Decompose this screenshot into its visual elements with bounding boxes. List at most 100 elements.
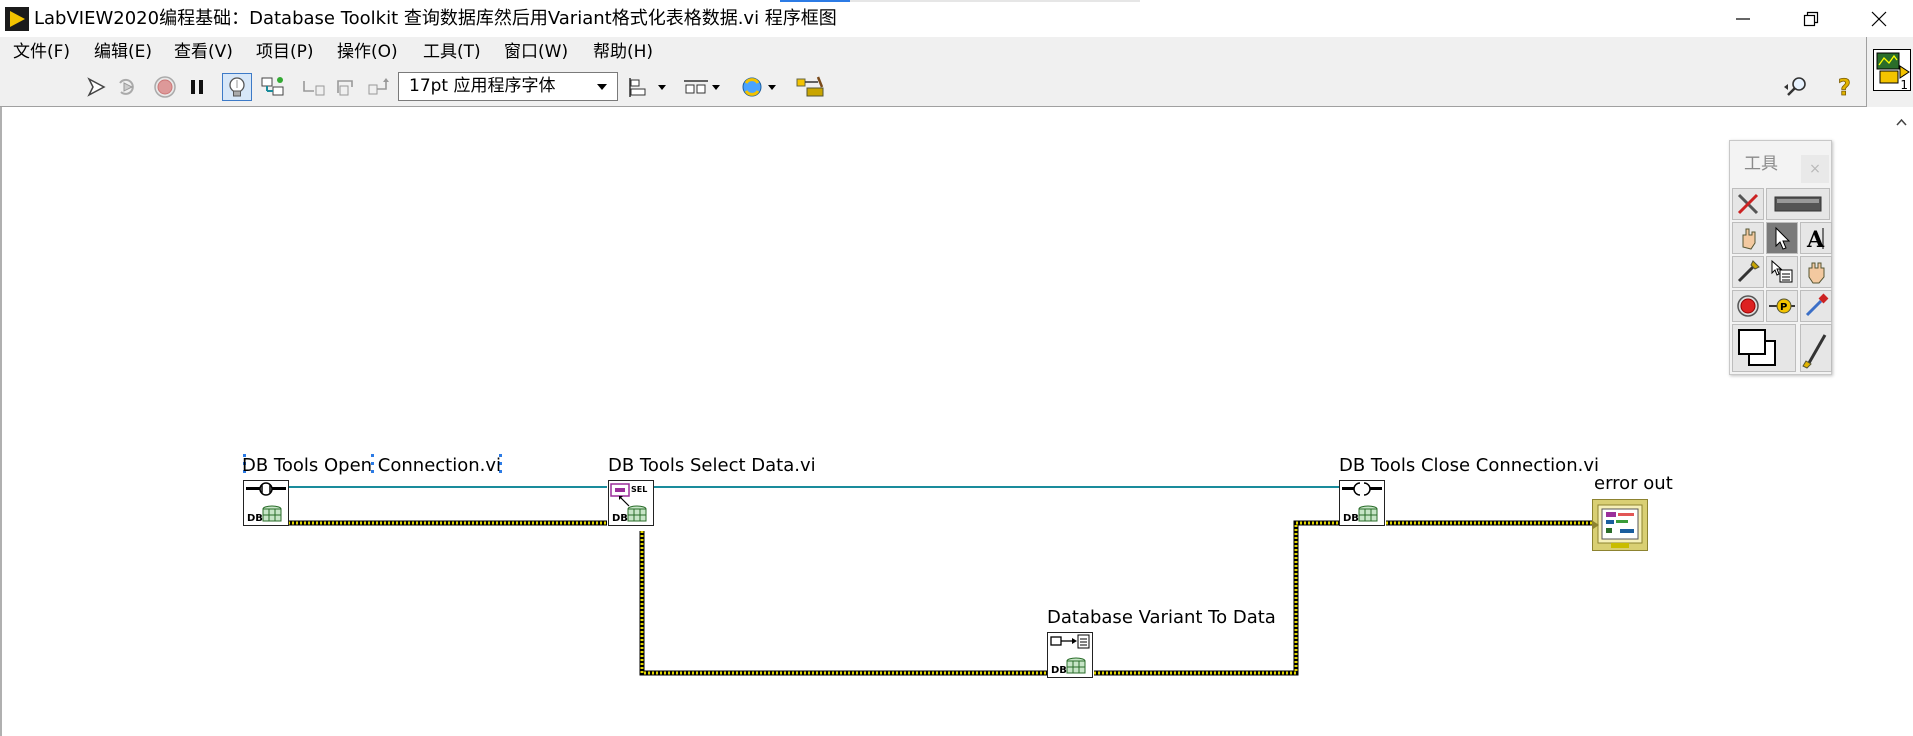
get-color-tool[interactable] xyxy=(1800,290,1832,322)
align-objects-button[interactable] xyxy=(628,73,670,101)
edit-text-icon: A xyxy=(1806,227,1825,253)
connect-wire-icon xyxy=(1737,260,1760,283)
connect-wire-tool[interactable] xyxy=(1732,256,1764,288)
menu-project[interactable]: 项目(P) xyxy=(256,40,314,64)
position-select-tool[interactable] xyxy=(1766,222,1798,254)
close-icon xyxy=(1871,11,1887,27)
abort-icon xyxy=(154,76,176,98)
automatic-tool-toggle[interactable] xyxy=(1766,188,1830,220)
paintbrush-tool[interactable] xyxy=(1800,324,1832,372)
highlight-execution-icon xyxy=(229,77,245,97)
error-out-indicator[interactable] xyxy=(1592,499,1648,551)
variant-to-data-label[interactable]: Database Variant To Data xyxy=(1047,607,1276,629)
svg-text:DB: DB xyxy=(1051,665,1067,676)
menu-view[interactable]: 查看(V) xyxy=(174,40,233,64)
probe-icon: P xyxy=(1769,298,1795,314)
highlight-execution-button[interactable] xyxy=(222,73,252,101)
block-diagram[interactable]: DB Tools Open Connection.vi DB DB Tools … xyxy=(0,107,1890,736)
abort-button[interactable] xyxy=(150,73,180,101)
svg-text:P: P xyxy=(1780,302,1787,313)
close-button[interactable] xyxy=(1845,0,1913,37)
step-into-icon xyxy=(303,81,325,96)
vertical-scrollbar[interactable] xyxy=(1890,107,1913,736)
db-open-connection-icon: DB xyxy=(246,482,286,524)
svg-text:DB: DB xyxy=(612,513,628,524)
run-continuously-icon xyxy=(119,78,134,95)
help-icon: ? xyxy=(1838,76,1852,101)
svg-text:DB: DB xyxy=(1343,513,1359,524)
menu-edit[interactable]: 编辑(E) xyxy=(94,40,152,64)
window-title: LabVIEW2020编程基础：Database Toolkit 查询数据库然后… xyxy=(34,8,837,29)
menu-tools[interactable]: 工具(T) xyxy=(423,40,481,64)
db-open-connection-node[interactable]: DB xyxy=(243,480,289,526)
error-cluster-indicator-icon xyxy=(1593,504,1643,548)
close-connection-label[interactable]: DB Tools Close Connection.vi xyxy=(1339,455,1599,477)
retain-wire-values-button[interactable] xyxy=(258,73,288,101)
error-out-label[interactable]: error out xyxy=(1594,473,1673,495)
vi-connector-pane[interactable]: 1 xyxy=(1866,37,1913,107)
minimize-button[interactable] xyxy=(1709,0,1777,37)
open-connection-label[interactable]: DB Tools Open Connection.vi xyxy=(242,455,501,477)
menu-window[interactable]: 窗口(W) xyxy=(504,40,568,64)
reorder-button[interactable] xyxy=(738,73,780,101)
run-button[interactable] xyxy=(82,73,112,101)
tools-palette-close-button[interactable]: × xyxy=(1801,155,1829,183)
run-continuously-button[interactable] xyxy=(112,73,142,101)
reorder-icon xyxy=(742,77,776,97)
tools-palette-title: 工具 xyxy=(1744,154,1778,174)
retain-wire-values-icon xyxy=(261,77,284,96)
db-select-data-icon: SEL DB xyxy=(610,483,647,524)
scroll-window-tool[interactable] xyxy=(1800,256,1832,288)
step-out-button[interactable] xyxy=(364,73,394,101)
position-select-icon xyxy=(1775,226,1791,250)
breakpoint-tool[interactable] xyxy=(1732,290,1764,322)
context-help-button[interactable]: ? xyxy=(1830,73,1860,101)
object-shortcut-menu-icon xyxy=(1771,259,1793,283)
db-select-data-node[interactable]: SEL DB xyxy=(608,480,654,526)
menu-operate[interactable]: 操作(O) xyxy=(337,40,398,64)
distribute-objects-icon xyxy=(684,80,720,94)
run-arrow-icon xyxy=(87,77,106,97)
set-color-tool[interactable] xyxy=(1732,324,1796,372)
font-size-select[interactable]: 17pt 应用程序字体 xyxy=(398,72,618,101)
db-variant-to-data-node[interactable]: DB xyxy=(1047,632,1093,678)
restore-icon xyxy=(1803,11,1819,27)
error-wire[interactable] xyxy=(288,520,1592,676)
edit-text-tool[interactable]: A xyxy=(1800,222,1832,254)
object-shortcut-menu-tool[interactable] xyxy=(1766,256,1798,288)
step-over-button[interactable] xyxy=(332,73,362,101)
title-bar: LabVIEW2020编程基础：Database Toolkit 查询数据库然后… xyxy=(0,0,1913,37)
font-select-value: 17pt 应用程序字体 xyxy=(409,76,556,96)
automatic-tool-icon xyxy=(1737,193,1759,215)
search-button[interactable] xyxy=(1782,73,1812,101)
tools-palette[interactable]: 工具 × A P xyxy=(1729,140,1832,375)
labview-app-icon xyxy=(5,7,29,31)
step-into-button[interactable] xyxy=(298,73,328,101)
menu-help[interactable]: 帮助(H) xyxy=(593,40,653,64)
svg-text:A: A xyxy=(1806,227,1825,253)
probe-tool[interactable]: P xyxy=(1766,290,1798,322)
step-out-icon xyxy=(368,78,389,95)
db-close-connection-node[interactable]: DB xyxy=(1339,480,1385,526)
vi-icon-number: 1 xyxy=(1900,78,1908,92)
scroll-window-icon xyxy=(1808,262,1825,284)
vi-icon[interactable]: 1 xyxy=(1873,49,1911,92)
toggle-indicator-icon xyxy=(1774,196,1822,212)
pause-button[interactable] xyxy=(182,73,212,101)
menu-bar: 文件(F) 编辑(E) 查看(V) 项目(P) 操作(O) 工具(T) 窗口(W… xyxy=(0,37,1866,68)
automatic-tool-button[interactable] xyxy=(1732,188,1764,220)
db-variant-to-data-icon: DB xyxy=(1050,634,1090,676)
operate-value-tool[interactable] xyxy=(1732,222,1764,254)
paintbrush-icon xyxy=(1802,334,1827,369)
cleanup-diagram-button[interactable] xyxy=(794,73,828,101)
svg-text:?: ? xyxy=(1838,76,1851,101)
select-data-label[interactable]: DB Tools Select Data.vi xyxy=(608,455,816,477)
scroll-up-arrow-icon[interactable] xyxy=(1896,117,1907,128)
search-icon xyxy=(1784,77,1806,96)
wires-layer xyxy=(243,454,1592,676)
cleanup-diagram-icon xyxy=(796,76,824,97)
distribute-objects-button[interactable] xyxy=(682,73,724,101)
menu-file[interactable]: 文件(F) xyxy=(13,40,70,64)
minimize-icon xyxy=(1736,18,1750,20)
restore-button[interactable] xyxy=(1777,0,1845,37)
